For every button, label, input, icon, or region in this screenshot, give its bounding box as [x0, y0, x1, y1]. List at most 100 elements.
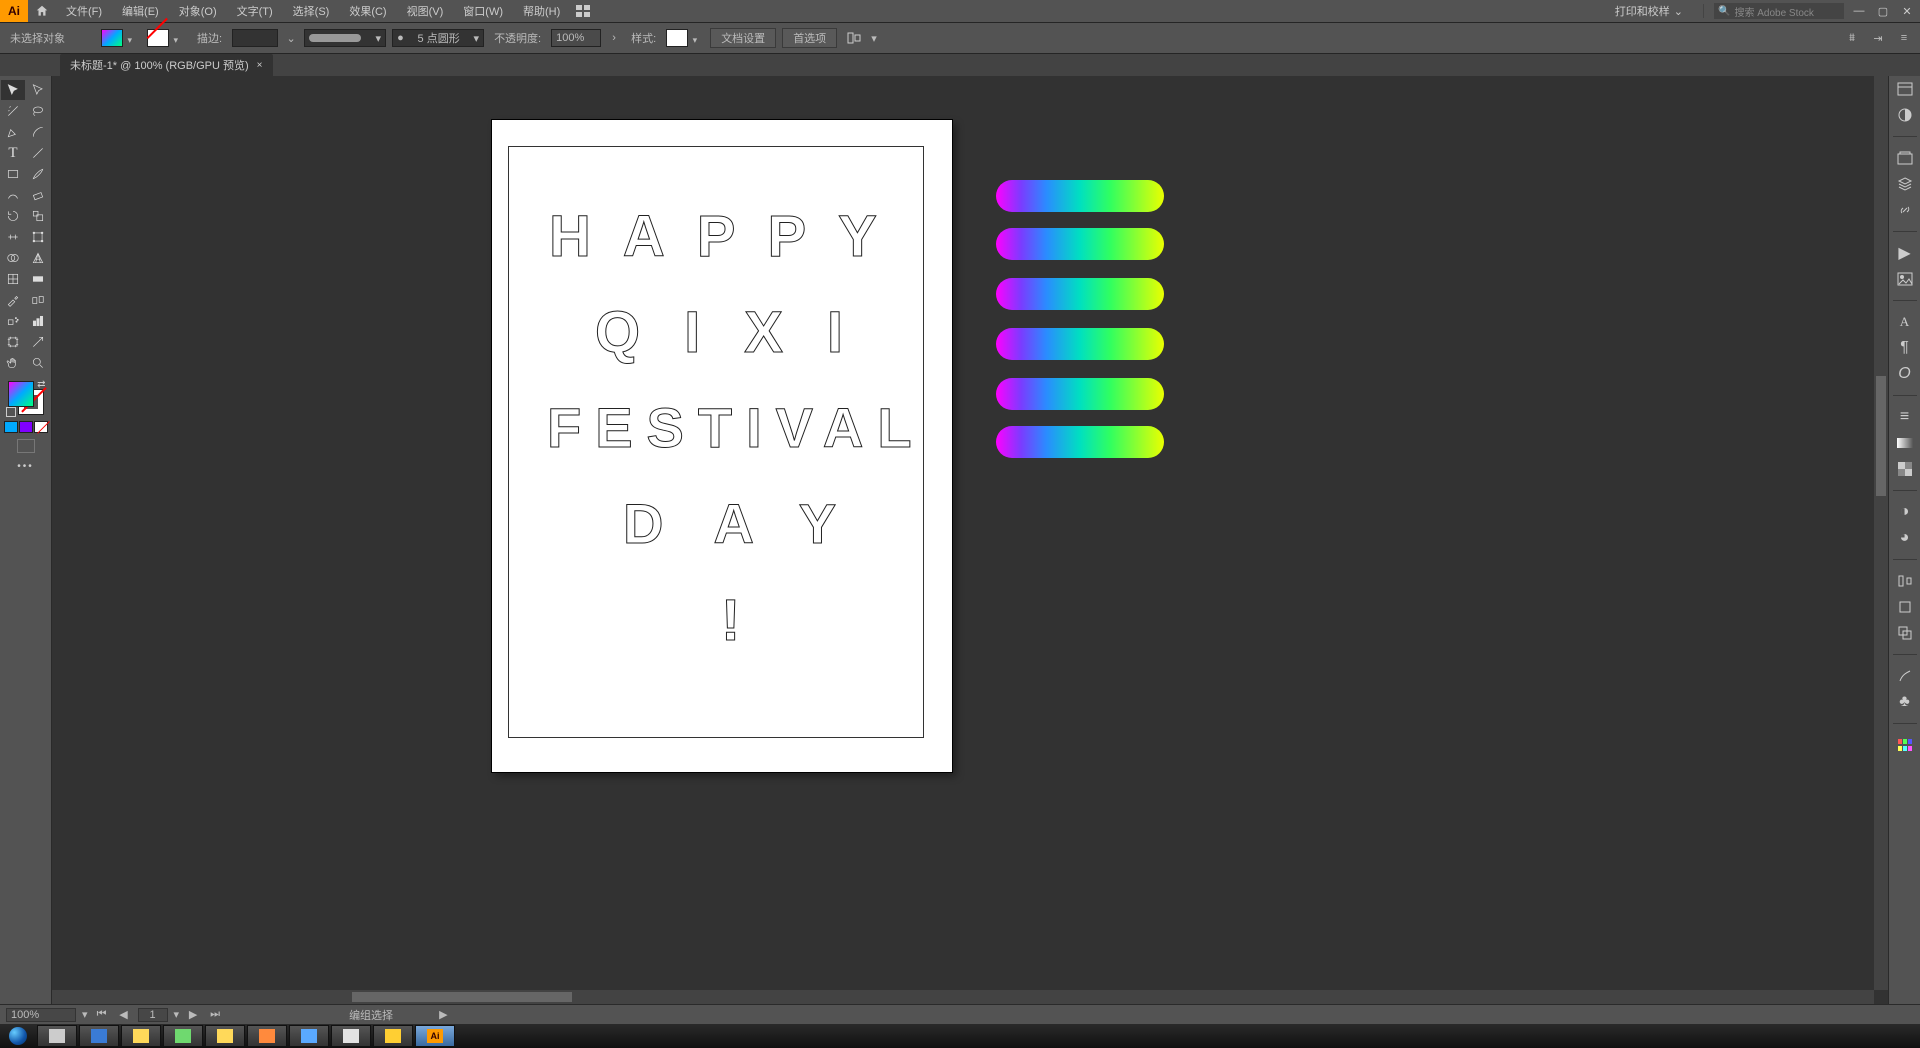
transform-panel-icon[interactable]: [1895, 598, 1915, 616]
chevron-down-icon[interactable]: ▾: [693, 35, 698, 46]
search-stock-input[interactable]: 🔍 搜索 Adobe Stock: [1714, 3, 1844, 19]
chevron-down-icon[interactable]: ▾: [82, 1008, 88, 1021]
workspace-switcher[interactable]: 打印和校样 ⌄: [1605, 3, 1693, 19]
default-fill-stroke-icon[interactable]: [6, 407, 16, 417]
artboard-number-input[interactable]: 1: [138, 1008, 168, 1022]
swap-fill-stroke-icon[interactable]: ⇄: [37, 379, 45, 390]
align-panel-icon[interactable]: [1895, 572, 1915, 590]
type-tool[interactable]: T: [1, 143, 25, 163]
close-icon[interactable]: ×: [257, 60, 263, 71]
scale-tool[interactable]: [26, 206, 50, 226]
zoom-tool[interactable]: [26, 353, 50, 373]
perspective-grid-tool[interactable]: [26, 248, 50, 268]
menu-select[interactable]: 选择(S): [283, 0, 340, 22]
opacity-flyout-icon[interactable]: ›: [607, 29, 621, 47]
shape-builder-tool[interactable]: [1, 248, 25, 268]
direct-selection-tool[interactable]: [26, 80, 50, 100]
window-close-icon[interactable]: ✕: [1898, 3, 1916, 19]
color-mode-none[interactable]: [34, 421, 48, 433]
selection-tool[interactable]: [1, 80, 25, 100]
eraser-tool[interactable]: [26, 185, 50, 205]
menu-file[interactable]: 文件(F): [56, 0, 112, 22]
artwork-text-line2[interactable]: QIXI: [595, 299, 887, 366]
stroke-profile-dropdown[interactable]: ▾: [304, 29, 386, 47]
scrollbar-thumb[interactable]: [1876, 376, 1886, 496]
canvas[interactable]: HAPPY QIXI FESTIVAL DAY !: [52, 76, 1888, 1004]
preferences-button[interactable]: 首选项: [782, 28, 837, 48]
start-button[interactable]: [0, 1024, 36, 1048]
gradient-pill-5[interactable]: [996, 378, 1164, 410]
document-tab[interactable]: 未标题-1* @ 100% (RGB/GPU 预览) ×: [60, 54, 273, 76]
fill-color[interactable]: [8, 381, 34, 407]
shaper-tool[interactable]: [1, 185, 25, 205]
window-restore-icon[interactable]: ▢: [1874, 3, 1892, 19]
status-flyout-icon[interactable]: ▶: [439, 1008, 447, 1021]
color-mode-gradient[interactable]: [19, 421, 33, 433]
transparency-panel-icon[interactable]: [1895, 460, 1915, 478]
stroke-swatch[interactable]: ▾: [147, 29, 169, 47]
blend-tool[interactable]: [26, 290, 50, 310]
edit-toolbar-icon[interactable]: •••: [17, 461, 34, 472]
menu-help[interactable]: 帮助(H): [513, 0, 570, 22]
slice-tool[interactable]: [26, 332, 50, 352]
artboard[interactable]: HAPPY QIXI FESTIVAL DAY !: [492, 120, 952, 772]
lasso-tool[interactable]: [26, 101, 50, 121]
screen-mode-switch[interactable]: [16, 439, 36, 453]
artboard-prev-icon[interactable]: ◀: [116, 1008, 132, 1021]
taskbar-item[interactable]: [331, 1025, 371, 1047]
window-minimize-icon[interactable]: —: [1850, 3, 1868, 19]
pathfinder-panel-icon[interactable]: [1895, 624, 1915, 642]
fill-stroke-indicator[interactable]: ⇄: [6, 379, 46, 417]
symbol-sprayer-tool[interactable]: [1, 311, 25, 331]
artboard-first-icon[interactable]: ⏮: [94, 1008, 110, 1021]
arrange-docs-icon[interactable]: [570, 5, 596, 17]
gradient-pill-1[interactable]: [996, 180, 1164, 212]
gradient-pill-4[interactable]: [996, 328, 1164, 360]
asset-export-panel-icon[interactable]: [1895, 270, 1915, 288]
libraries-panel-icon[interactable]: [1895, 149, 1915, 167]
fill-swatch[interactable]: ▾: [101, 29, 123, 47]
artwork-text-line1[interactable]: HAPPY: [549, 203, 909, 270]
zoom-input[interactable]: 100%: [6, 1008, 76, 1022]
layers-panel-icon[interactable]: [1895, 175, 1915, 193]
gradient-tool[interactable]: [26, 269, 50, 289]
scrollbar-thumb[interactable]: [352, 992, 572, 1002]
chevron-down-icon[interactable]: ▾: [127, 35, 132, 46]
width-tool[interactable]: [1, 227, 25, 247]
document-setup-button[interactable]: 文档设置: [710, 28, 776, 48]
properties-panel-icon[interactable]: [1895, 80, 1915, 98]
taskbar-item[interactable]: [37, 1025, 77, 1047]
artwork-text-line4[interactable]: DAY: [623, 491, 886, 556]
align-flyout-icon[interactable]: [843, 28, 865, 48]
mesh-tool[interactable]: [1, 269, 25, 289]
swatches-panel-icon[interactable]: [1895, 736, 1915, 754]
chevron-down-icon[interactable]: ▾: [174, 1008, 180, 1021]
menu-window[interactable]: 窗口(W): [453, 0, 513, 22]
vertical-scrollbar[interactable]: [1874, 76, 1888, 990]
panel-menu-icon[interactable]: ≡: [1894, 28, 1914, 48]
curvature-tool[interactable]: [26, 122, 50, 142]
actions-panel-icon[interactable]: ▶: [1895, 244, 1915, 262]
taskbar-item[interactable]: [79, 1025, 119, 1047]
stroke-stepper-icon[interactable]: ⌄: [284, 29, 298, 47]
menu-view[interactable]: 视图(V): [397, 0, 454, 22]
artwork-text-line3[interactable]: FESTIVAL: [547, 395, 926, 460]
paintbrush-tool[interactable]: [26, 164, 50, 184]
opacity-input[interactable]: 100%: [551, 29, 601, 47]
gradient-pill-2[interactable]: [996, 228, 1164, 260]
horizontal-scrollbar[interactable]: [52, 990, 1874, 1004]
links-panel-icon[interactable]: [1895, 201, 1915, 219]
gradient-panel-icon[interactable]: [1895, 434, 1915, 452]
graphic-styles-panel-icon[interactable]: ◕: [1895, 529, 1915, 547]
eyedropper-tool[interactable]: [1, 290, 25, 310]
chevron-down-icon[interactable]: ▾: [871, 32, 877, 45]
magic-wand-tool[interactable]: [1, 101, 25, 121]
opentype-panel-icon[interactable]: O: [1895, 365, 1915, 383]
menu-effect[interactable]: 效果(C): [339, 0, 396, 22]
taskbar-item-illustrator[interactable]: Ai: [415, 1025, 455, 1047]
free-transform-tool[interactable]: [26, 227, 50, 247]
artboard-tool[interactable]: [1, 332, 25, 352]
menu-type[interactable]: 文字(T): [227, 0, 283, 22]
character-panel-icon[interactable]: A: [1895, 313, 1915, 331]
pen-tool[interactable]: [1, 122, 25, 142]
